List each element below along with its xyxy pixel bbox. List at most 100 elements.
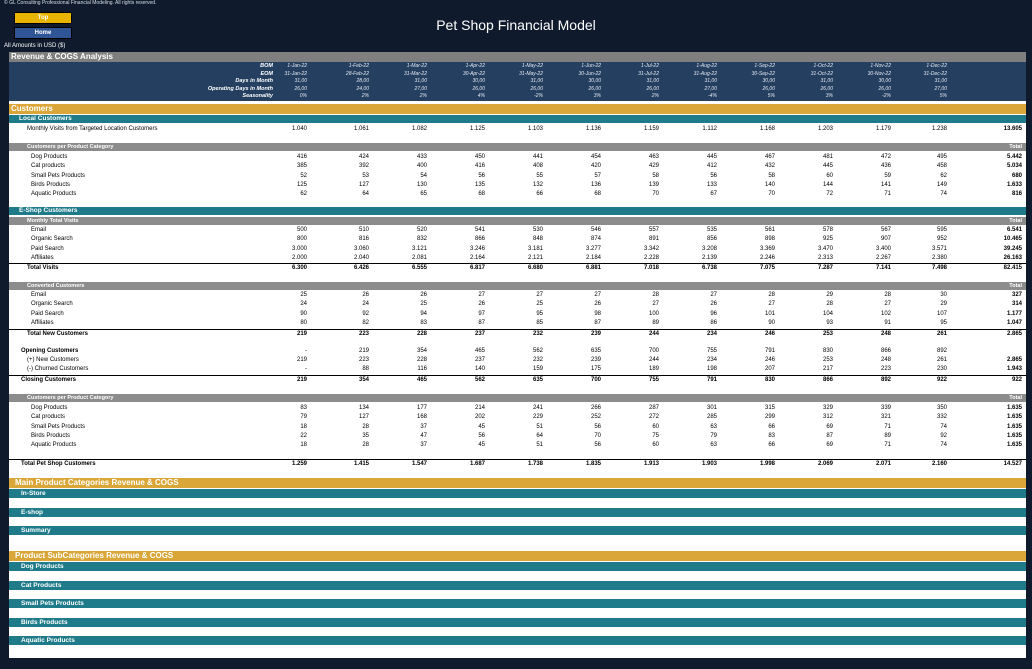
value-cell[interactable]: 56 [594,423,601,432]
value-cell[interactable]: 63 [710,441,717,450]
value-cell[interactable]: 458 [937,162,947,171]
value-cell[interactable]: 202 [475,413,485,422]
value-cell[interactable]: 907 [881,235,891,244]
value-cell[interactable]: 51 [536,441,543,450]
value-cell[interactable]: 228 [417,330,427,339]
main-category-band[interactable]: In-Store [9,489,1026,498]
value-cell[interactable]: 1.259 [292,460,307,469]
value-cell[interactable]: 244 [649,330,659,339]
value-cell[interactable]: 70 [768,190,775,199]
value-cell[interactable]: 66 [536,190,543,199]
value-cell[interactable]: 56 [478,172,485,181]
value-cell[interactable]: 28 [768,291,775,300]
value-cell[interactable]: 2.081 [412,254,427,263]
value-cell[interactable]: 261 [937,330,947,339]
value-cell[interactable]: 6.817 [470,264,485,273]
value-cell[interactable]: 1.125 [470,125,485,133]
value-cell[interactable]: 140 [475,365,485,374]
value-cell[interactable]: 3.277 [586,245,601,254]
value-cell[interactable]: 56 [710,172,717,181]
value-cell[interactable]: 27 [478,291,485,300]
value-cell[interactable]: 2.121 [528,254,543,263]
total-cell[interactable]: 816 [1012,190,1022,199]
value-cell[interactable]: 55 [536,172,543,181]
value-cell[interactable]: 127 [359,181,369,190]
value-cell[interactable]: 1.547 [412,460,427,469]
value-cell[interactable]: 87 [594,319,601,328]
value-cell[interactable]: 1.136 [586,125,601,133]
value-cell[interactable]: 7.287 [818,264,833,273]
sub-category-band[interactable]: Cat Products [9,580,1026,590]
value-cell[interactable]: 546 [591,226,601,235]
value-cell[interactable]: 25 [536,300,543,309]
value-cell[interactable]: 207 [765,365,775,374]
value-cell[interactable]: 107 [937,310,947,319]
value-cell[interactable]: 420 [591,162,601,171]
value-cell[interactable]: 465 [417,376,427,385]
value-cell[interactable]: 535 [707,226,717,235]
value-cell[interactable]: 445 [823,162,833,171]
value-cell[interactable]: 1.103 [528,125,543,133]
total-cell[interactable]: 1.635 [1007,432,1022,441]
value-cell[interactable]: 28 [362,441,369,450]
value-cell[interactable]: 1.168 [760,125,775,133]
value-cell[interactable]: 567 [881,226,891,235]
value-cell[interactable]: 1.112 [702,125,717,133]
value-cell[interactable]: 1.998 [760,460,775,469]
value-cell[interactable]: 3.369 [760,245,775,254]
value-cell[interactable]: 74 [940,423,947,432]
value-cell[interactable]: 2.160 [932,460,947,469]
value-cell[interactable]: 54 [420,172,427,181]
value-cell[interactable]: 562 [475,376,485,385]
value-cell[interactable]: 354 [359,376,369,385]
value-cell[interactable]: 237 [475,356,485,365]
value-cell[interactable]: 2.228 [644,254,659,263]
value-cell[interactable]: 246 [765,330,775,339]
sub-category-band[interactable]: Dog Products [9,562,1026,571]
value-cell[interactable]: 62 [300,190,307,199]
value-cell[interactable]: 229 [533,413,543,422]
value-cell[interactable]: 70 [594,432,601,441]
value-cell[interactable]: 1.687 [470,460,485,469]
value-cell[interactable]: 1.738 [528,460,543,469]
value-cell[interactable]: 29 [940,300,947,309]
value-cell[interactable]: 26 [420,291,427,300]
value-cell[interactable]: 69 [826,441,833,450]
value-cell[interactable]: 104 [823,310,833,319]
value-cell[interactable]: 892 [881,376,891,385]
value-cell[interactable]: 27 [594,291,601,300]
value-cell[interactable]: 24 [300,300,307,309]
value-cell[interactable]: 67 [710,190,717,199]
value-cell[interactable]: 139 [649,181,659,190]
value-cell[interactable]: 102 [881,310,891,319]
value-cell[interactable]: 848 [533,235,543,244]
value-cell[interactable]: 700 [649,347,659,356]
value-cell[interactable]: 168 [417,413,427,422]
value-cell[interactable]: 29 [826,291,833,300]
value-cell[interactable]: 7.498 [932,264,947,273]
value-cell[interactable]: 95 [940,319,947,328]
value-cell[interactable]: 136 [591,181,601,190]
value-cell[interactable]: 1.415 [354,460,369,469]
value-cell[interactable]: 3.208 [702,245,717,254]
value-cell[interactable]: 578 [823,226,833,235]
value-cell[interactable]: 217 [823,365,833,374]
value-cell[interactable]: 6.300 [292,264,307,273]
value-cell[interactable]: 1.159 [644,125,659,133]
value-cell[interactable]: 253 [823,356,833,365]
value-cell[interactable]: 127 [359,413,369,422]
value-cell[interactable]: 90 [768,319,775,328]
value-cell[interactable]: 465 [475,347,485,356]
value-cell[interactable]: - [305,365,307,374]
value-cell[interactable]: 416 [297,153,307,162]
total-cell[interactable]: 1.635 [1007,404,1022,413]
value-cell[interactable]: 866 [475,235,485,244]
value-cell[interactable]: 791 [765,347,775,356]
total-cell[interactable]: 922 [1012,376,1022,385]
value-cell[interactable]: 95 [536,310,543,319]
value-cell[interactable]: 3.400 [876,245,891,254]
value-cell[interactable]: 87 [478,319,485,328]
value-cell[interactable]: 239 [591,356,601,365]
value-cell[interactable]: 28 [652,291,659,300]
value-cell[interactable]: 87 [826,432,833,441]
